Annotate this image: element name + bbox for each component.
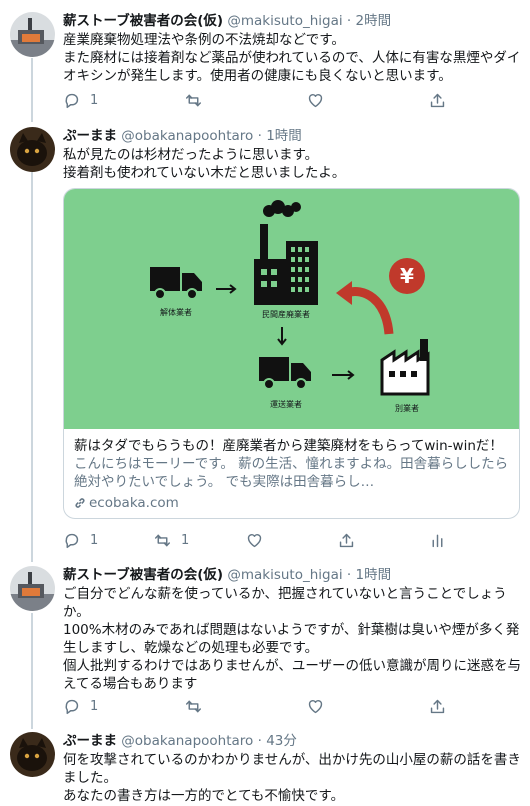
separator-dot: · — [257, 733, 262, 749]
label-private-processor: 民間産廃業者 — [262, 309, 310, 319]
retweet-icon — [154, 534, 171, 546]
card-text: 薪はタダでもらうもの！産廃業者から建築廃材をもらってwin-winだ！ こんにち… — [74, 437, 509, 512]
factory-outline-icon — [380, 339, 430, 396]
card-description: こんにちはモーリーです。 薪の生活、憧れますよね。田舎暮らししたら絶対やりたいで… — [74, 456, 509, 490]
heart-icon — [247, 533, 262, 547]
tweet-text-content: 私が見たのは杉材だったように思います。 接着剤も使われていない木だと思いましたよ… — [63, 147, 346, 181]
factory-icon — [254, 200, 318, 305]
reply-count: 1 — [90, 698, 99, 714]
avatar[interactable] — [10, 12, 55, 57]
label-other-business: 別業者 — [395, 403, 419, 413]
timestamp[interactable]: 1時間 — [356, 567, 392, 583]
reply-button[interactable]: 1 — [63, 90, 98, 110]
share-button[interactable] — [429, 696, 446, 716]
label-transporter: 運送業者 — [270, 399, 302, 409]
tweet[interactable]: 薪ストーブ被害者の会(仮) @makisuto_higai · 2時間 産業廃棄… — [0, 0, 530, 122]
avatar[interactable] — [10, 127, 55, 172]
card-domain-text: ecobaka.com — [89, 495, 179, 511]
share-icon — [430, 93, 445, 107]
heart-icon — [308, 93, 323, 107]
share-icon — [430, 699, 445, 713]
card-title[interactable]: 薪はタダでもらうもの！産廃業者から建築廃材をもらってwin-winだ！ — [74, 437, 509, 455]
truck-icon — [259, 357, 311, 390]
tweet-text-content: 産業廃棄物処理法や条例の不法焼却などです。 また廃材には接着剤など薬品が使われて… — [63, 32, 521, 84]
display-name[interactable]: 薪ストーブ被害者の会(仮) — [63, 13, 223, 29]
like-button[interactable] — [307, 696, 334, 716]
user-handle[interactable]: @obakanapoohtaro — [121, 128, 253, 144]
tweet-text-content: ご自分でどんな薪を使っているか、把握されていないと言うことでしょうか。 100%… — [63, 586, 522, 692]
tweet-actions: 1 1 — [63, 530, 463, 550]
card-domain[interactable]: ecobaka.com — [74, 494, 509, 512]
avatar-image — [10, 127, 55, 172]
reply-count: 1 — [90, 92, 99, 108]
tweet-actions: 1 — [63, 696, 463, 716]
separator-dot: · — [257, 128, 262, 144]
retweet-icon — [185, 700, 202, 712]
retweet-icon — [185, 94, 202, 106]
retweet-button[interactable] — [185, 90, 212, 110]
tweet[interactable]: ぷーまま @obakanapoohtaro · 43分 何を攻撃されているのかわ… — [0, 728, 530, 806]
display-name[interactable]: ぷーまま — [63, 128, 117, 144]
tweet-text: ご自分でどんな薪を使っているか、把握されていないと言うことでしょうか。 100%… — [63, 585, 522, 693]
user-handle[interactable]: @obakanapoohtaro — [121, 733, 253, 749]
avatar-image — [10, 12, 55, 57]
retweet-button[interactable] — [185, 696, 212, 716]
share-button[interactable] — [429, 90, 446, 110]
user-handle[interactable]: @makisuto_higai — [227, 13, 342, 29]
tweet[interactable]: ぷーまま @obakanapoohtaro · 1時間 私が見たのは杉材だったよ… — [0, 122, 530, 562]
reply-button[interactable]: 1 — [63, 696, 98, 716]
tweet[interactable]: 薪ストーブ被害者の会(仮) @makisuto_higai · 1時間 ご自分で… — [0, 562, 530, 728]
yen-coin-icon: ¥ — [389, 258, 425, 294]
retweet-button[interactable]: 1 — [154, 530, 189, 550]
label-dismantler: 解体業者 — [160, 307, 192, 317]
avatar[interactable] — [10, 566, 55, 611]
tweet-text-content: 何を攻撃されているのかわかりませんが、出かけ先の山小屋の薪の話を書きました。 あ… — [63, 752, 521, 804]
tweet-text: 私が見たのは杉材だったように思います。 接着剤も使われていない木だと思いましたよ… — [63, 146, 522, 182]
separator-dot: · — [346, 13, 352, 29]
timestamp[interactable]: 2時間 — [356, 13, 392, 29]
tweet-text: 産業廃棄物処理法や条例の不法焼却などです。 また廃材には接着剤など薬品が使われて… — [63, 31, 522, 85]
waste-flow-illustration: 解体業者 民間産廃業者 運送業者 別業者 ¥ — [150, 200, 430, 413]
link-card[interactable]: 解体業者 民間産廃業者 運送業者 別業者 ¥ 薪はタダでもらうもの！産廃業者から… — [63, 188, 520, 519]
tweet-header: ぷーまま @obakanapoohtaro · 43分 — [63, 732, 297, 750]
tweet-header: 薪ストーブ被害者の会(仮) @makisuto_higai · 2時間 — [63, 12, 391, 30]
timestamp[interactable]: 43分 — [266, 733, 297, 749]
display-name[interactable]: 薪ストーブ被害者の会(仮) — [63, 567, 223, 583]
separator-dot: · — [346, 567, 352, 583]
tweet-actions: 1 — [63, 90, 463, 110]
share-button[interactable] — [338, 530, 355, 550]
reply-button[interactable]: 1 — [63, 530, 98, 550]
like-button[interactable] — [307, 90, 334, 110]
analytics-button[interactable] — [429, 530, 446, 550]
share-icon — [339, 533, 354, 547]
avatar-image — [10, 732, 55, 777]
reply-icon — [65, 699, 79, 714]
like-button[interactable] — [246, 530, 273, 550]
tweet-text: 何を攻撃されているのかわかりませんが、出かけ先の山小屋の薪の話を書きました。 あ… — [63, 751, 522, 805]
link-icon — [75, 498, 85, 508]
reply-count: 1 — [90, 532, 99, 548]
card-image: 解体業者 民間産廃業者 運送業者 別業者 ¥ — [64, 189, 519, 429]
avatar[interactable] — [10, 732, 55, 777]
display-name[interactable]: ぷーまま — [63, 733, 117, 749]
avatar-image — [10, 566, 55, 611]
svg-text:¥: ¥ — [400, 264, 414, 288]
reply-icon — [65, 533, 79, 548]
truck-icon — [150, 267, 202, 300]
retweet-count: 1 — [181, 532, 190, 548]
user-handle[interactable]: @makisuto_higai — [227, 567, 342, 583]
tweet-header: 薪ストーブ被害者の会(仮) @makisuto_higai · 1時間 — [63, 566, 391, 584]
tweet-header: ぷーまま @obakanapoohtaro · 1時間 — [63, 127, 302, 145]
timestamp[interactable]: 1時間 — [266, 128, 302, 144]
heart-icon — [308, 699, 323, 713]
reply-icon — [65, 93, 79, 108]
analytics-icon — [432, 534, 443, 547]
